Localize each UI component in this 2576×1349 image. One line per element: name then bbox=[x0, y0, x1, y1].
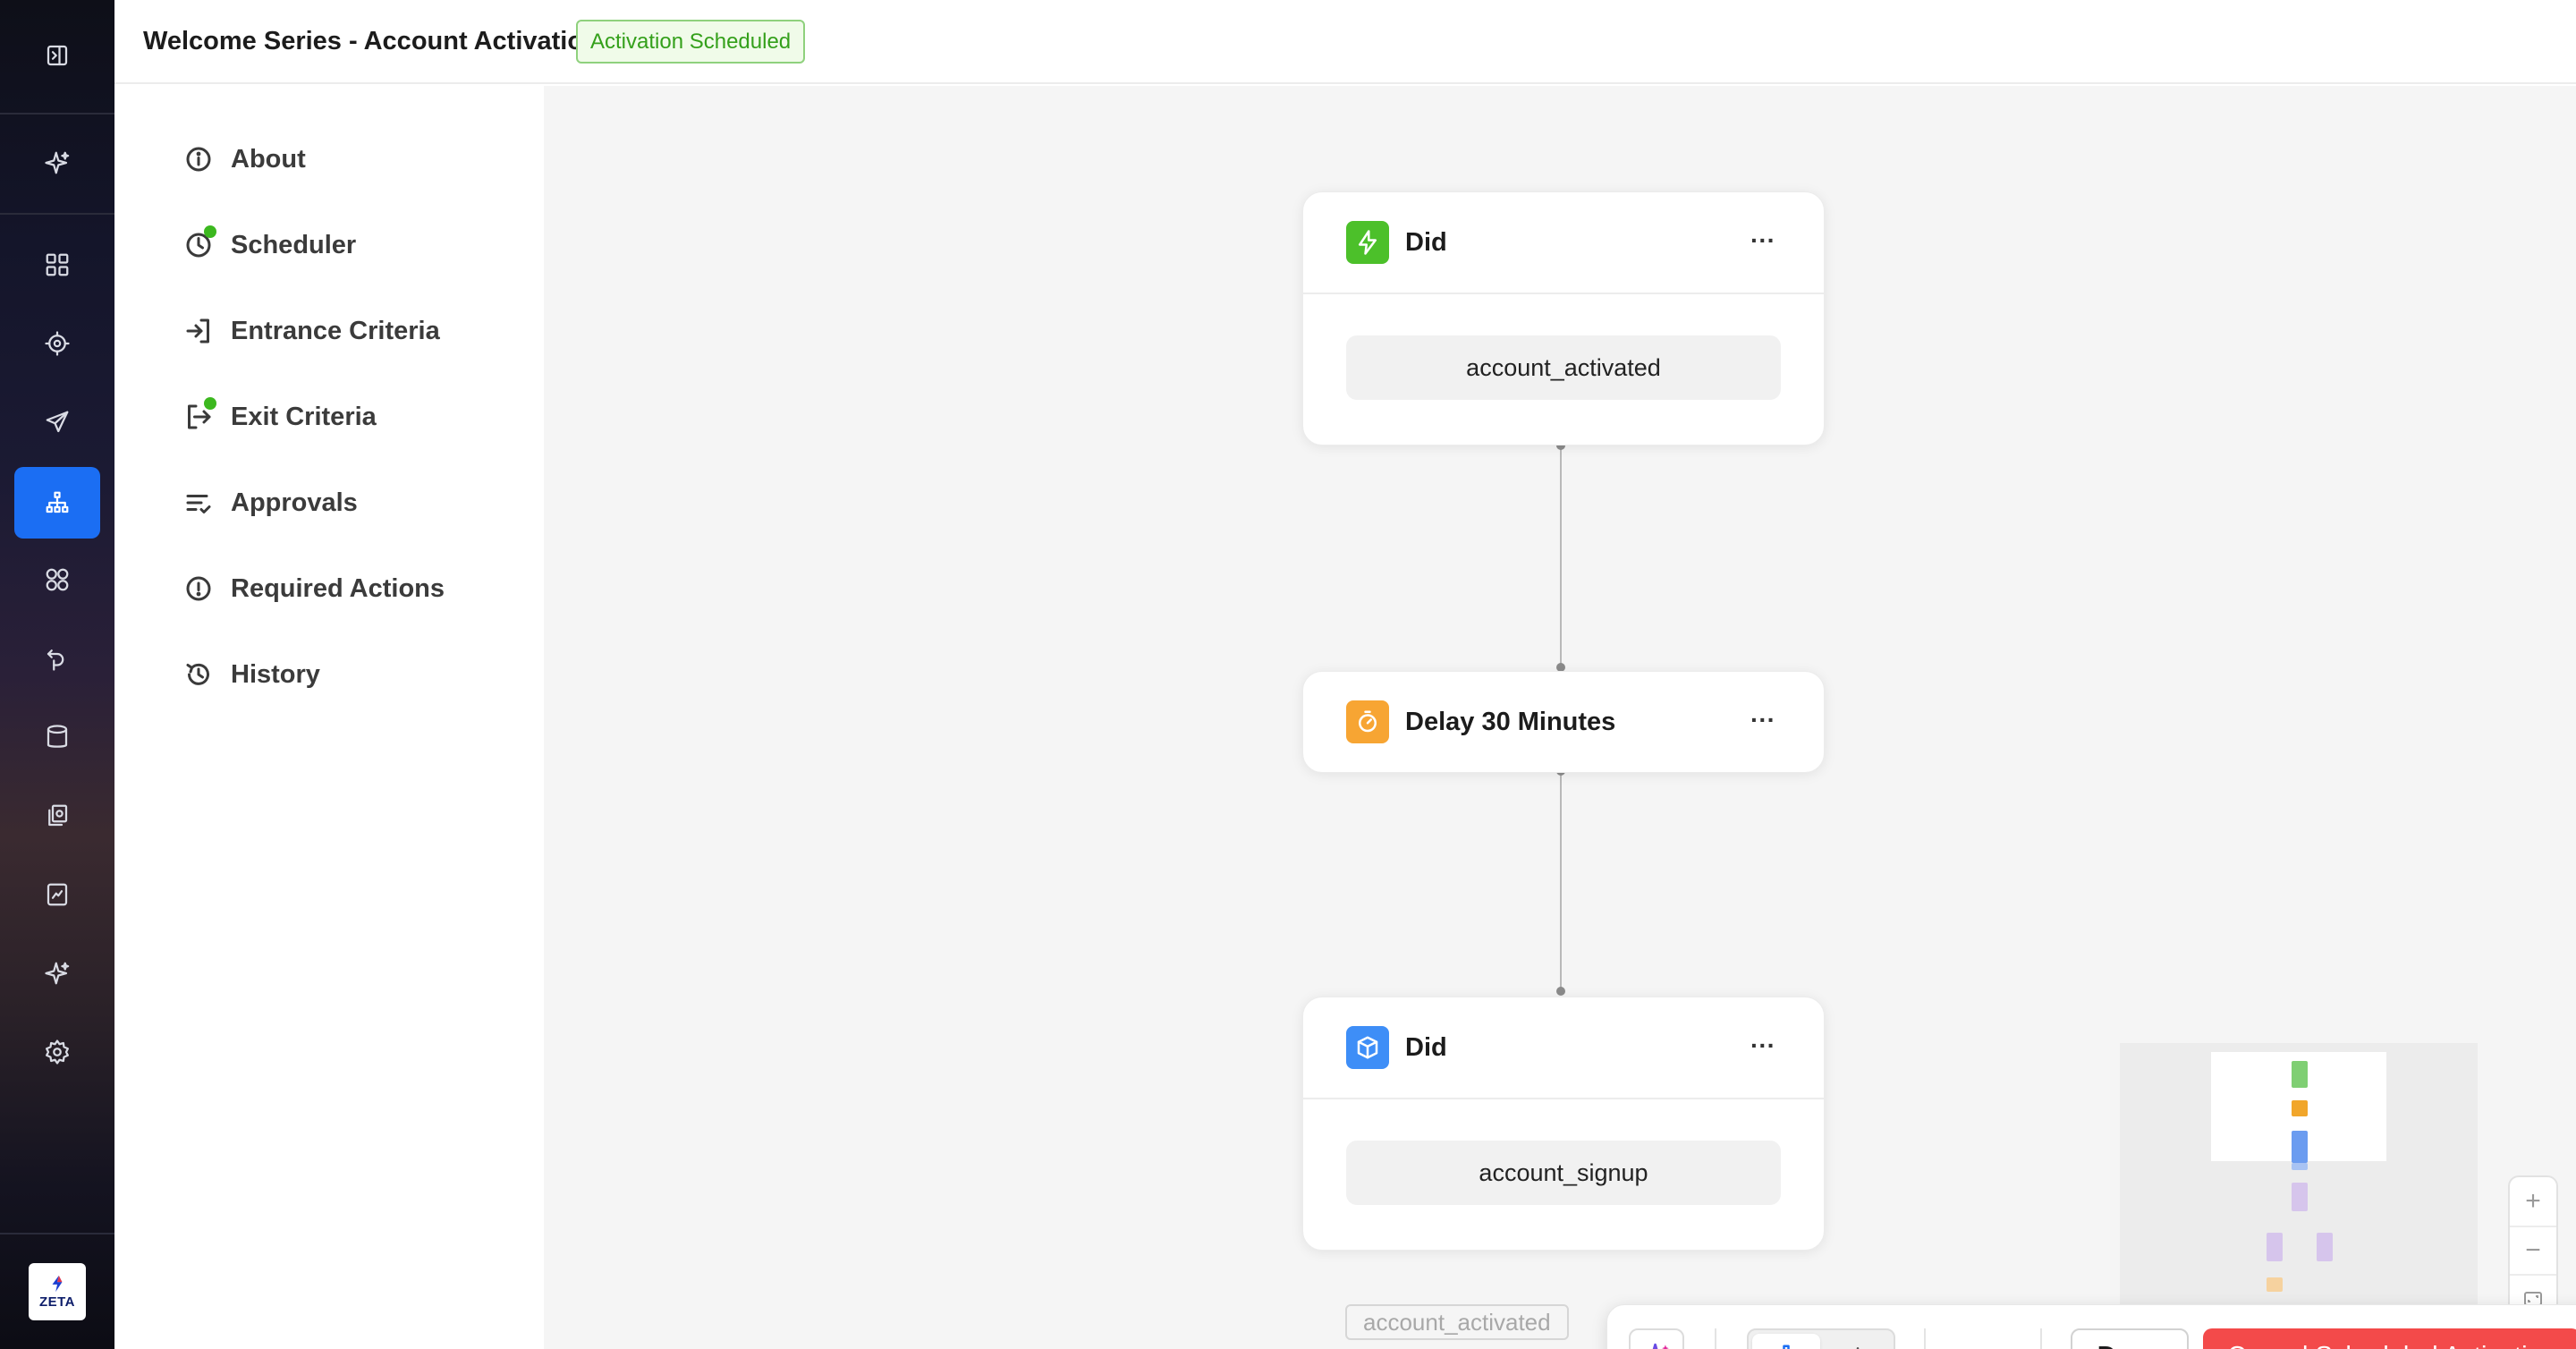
status-dot bbox=[204, 397, 216, 410]
node-more-menu[interactable]: ··· bbox=[1750, 1031, 1775, 1060]
menu-item-history[interactable]: History bbox=[182, 653, 320, 696]
menu-item-exit-criteria[interactable]: Exit Criteria bbox=[182, 395, 377, 438]
page-title: Welcome Series - Account Activation bbox=[143, 27, 599, 55]
minimap-node bbox=[2292, 1183, 2308, 1211]
done-button[interactable]: Done bbox=[2071, 1328, 2189, 1349]
cancel-scheduled-activation-button[interactable]: Cancel Scheduled Activation bbox=[2203, 1328, 2576, 1349]
target-icon[interactable] bbox=[36, 322, 79, 365]
hierarchy-icon bbox=[1783, 1345, 1790, 1349]
library-icon[interactable] bbox=[36, 794, 79, 837]
box-icon bbox=[1346, 1026, 1389, 1069]
sparkle-icon bbox=[1652, 1343, 1669, 1349]
zoom-controls: + − bbox=[2508, 1175, 2558, 1324]
menu-item-required-actions[interactable]: Required Actions bbox=[182, 567, 445, 610]
minimap-node bbox=[2292, 1061, 2308, 1088]
menu-item-label: History bbox=[231, 659, 320, 689]
minimap-node bbox=[2267, 1233, 2283, 1261]
journey-canvas[interactable]: Did ··· account_activated Delay 30 Minut… bbox=[544, 86, 2576, 1349]
gear-icon[interactable] bbox=[36, 1031, 79, 1073]
menu-item-entrance-criteria[interactable]: Entrance Criteria bbox=[182, 310, 440, 352]
node-title: Did bbox=[1405, 1032, 1447, 1062]
send-icon[interactable] bbox=[36, 401, 79, 444]
timer-icon bbox=[1346, 700, 1389, 743]
history-icon bbox=[182, 658, 215, 691]
panel-toggle-icon[interactable] bbox=[36, 34, 79, 77]
report-icon[interactable] bbox=[36, 873, 79, 916]
logo-text: ZETA bbox=[38, 1294, 76, 1310]
bottom-toolbar: ··· Done Cancel Scheduled Activation bbox=[1606, 1304, 2576, 1349]
connector-edge bbox=[1560, 445, 1562, 667]
menu-item-label: Scheduler bbox=[231, 230, 357, 259]
rail-item-journeys[interactable] bbox=[14, 467, 100, 539]
minimap-node bbox=[2292, 1163, 2308, 1170]
minimap-node bbox=[2267, 1277, 2283, 1292]
minimap-node bbox=[2292, 1100, 2308, 1116]
menu-item-label: Approvals bbox=[231, 488, 358, 517]
connector-edge bbox=[1560, 771, 1562, 991]
journey-node-did[interactable]: Did ··· account_activated bbox=[1302, 191, 1825, 445]
hierarchy-icon bbox=[36, 481, 79, 524]
more-options-button[interactable]: ··· bbox=[1956, 1328, 2012, 1349]
journey-node-delay[interactable]: Delay 30 Minutes ··· bbox=[1302, 671, 1825, 773]
database-icon[interactable] bbox=[36, 716, 79, 759]
canvas-minimap[interactable] bbox=[2120, 1043, 2478, 1315]
status-dot bbox=[204, 225, 216, 238]
app-rail: ZETA bbox=[0, 0, 114, 1349]
connector-handle[interactable] bbox=[1556, 987, 1565, 996]
menu-item-label: Entrance Criteria bbox=[231, 316, 440, 345]
clock-icon bbox=[182, 225, 216, 261]
dashboard-grid-icon[interactable] bbox=[36, 243, 79, 286]
zoom-in-button[interactable]: + bbox=[2510, 1177, 2556, 1226]
zoom-out-button[interactable]: − bbox=[2510, 1226, 2556, 1274]
alert-icon bbox=[182, 573, 215, 605]
node-more-menu[interactable]: ··· bbox=[1750, 706, 1775, 734]
components-icon[interactable] bbox=[36, 558, 79, 601]
enter-icon bbox=[182, 315, 215, 347]
sparkle-icon[interactable] bbox=[36, 952, 79, 995]
menu-item-label: Required Actions bbox=[231, 573, 445, 603]
menu-item-scheduler[interactable]: Scheduler bbox=[182, 224, 356, 267]
menu-item-label: Exit Criteria bbox=[231, 402, 377, 431]
event-pill[interactable]: account_activated bbox=[1345, 1304, 1569, 1340]
info-icon bbox=[182, 143, 215, 175]
analytics-view-button[interactable] bbox=[1824, 1334, 1892, 1349]
status-badge: Activation Scheduled bbox=[576, 20, 806, 64]
lightning-icon bbox=[1346, 221, 1389, 264]
menu-item-label: About bbox=[231, 144, 306, 174]
node-more-menu[interactable]: ··· bbox=[1750, 226, 1775, 255]
exit-icon bbox=[182, 397, 216, 433]
sparkle-icon[interactable] bbox=[36, 141, 79, 184]
approvals-icon bbox=[182, 487, 215, 519]
ai-assistant-button[interactable] bbox=[1629, 1328, 1684, 1349]
bar-chart-icon bbox=[1856, 1347, 1860, 1349]
zeta-logo: ZETA bbox=[29, 1263, 86, 1320]
menu-item-about[interactable]: About bbox=[182, 138, 306, 181]
flow-view-button[interactable] bbox=[1752, 1334, 1820, 1349]
view-toggle bbox=[1747, 1328, 1895, 1349]
menu-item-approvals[interactable]: Approvals bbox=[182, 481, 358, 524]
node-title: Did bbox=[1405, 227, 1447, 257]
node-title: Delay 30 Minutes bbox=[1405, 707, 1616, 736]
page-header: Welcome Series - Account Activation Acti… bbox=[114, 0, 2576, 84]
minimap-node bbox=[2292, 1131, 2308, 1163]
event-pill[interactable]: account_signup bbox=[1346, 1141, 1781, 1205]
minimap-node bbox=[2317, 1233, 2333, 1261]
journey-node-did[interactable]: Did ··· account_signup bbox=[1302, 997, 1825, 1251]
event-pill[interactable]: account_activated bbox=[1346, 335, 1781, 400]
journey-settings-menu: About Scheduler Entrance Criteria Exit C… bbox=[114, 86, 544, 1349]
journey-icon[interactable] bbox=[36, 637, 79, 680]
